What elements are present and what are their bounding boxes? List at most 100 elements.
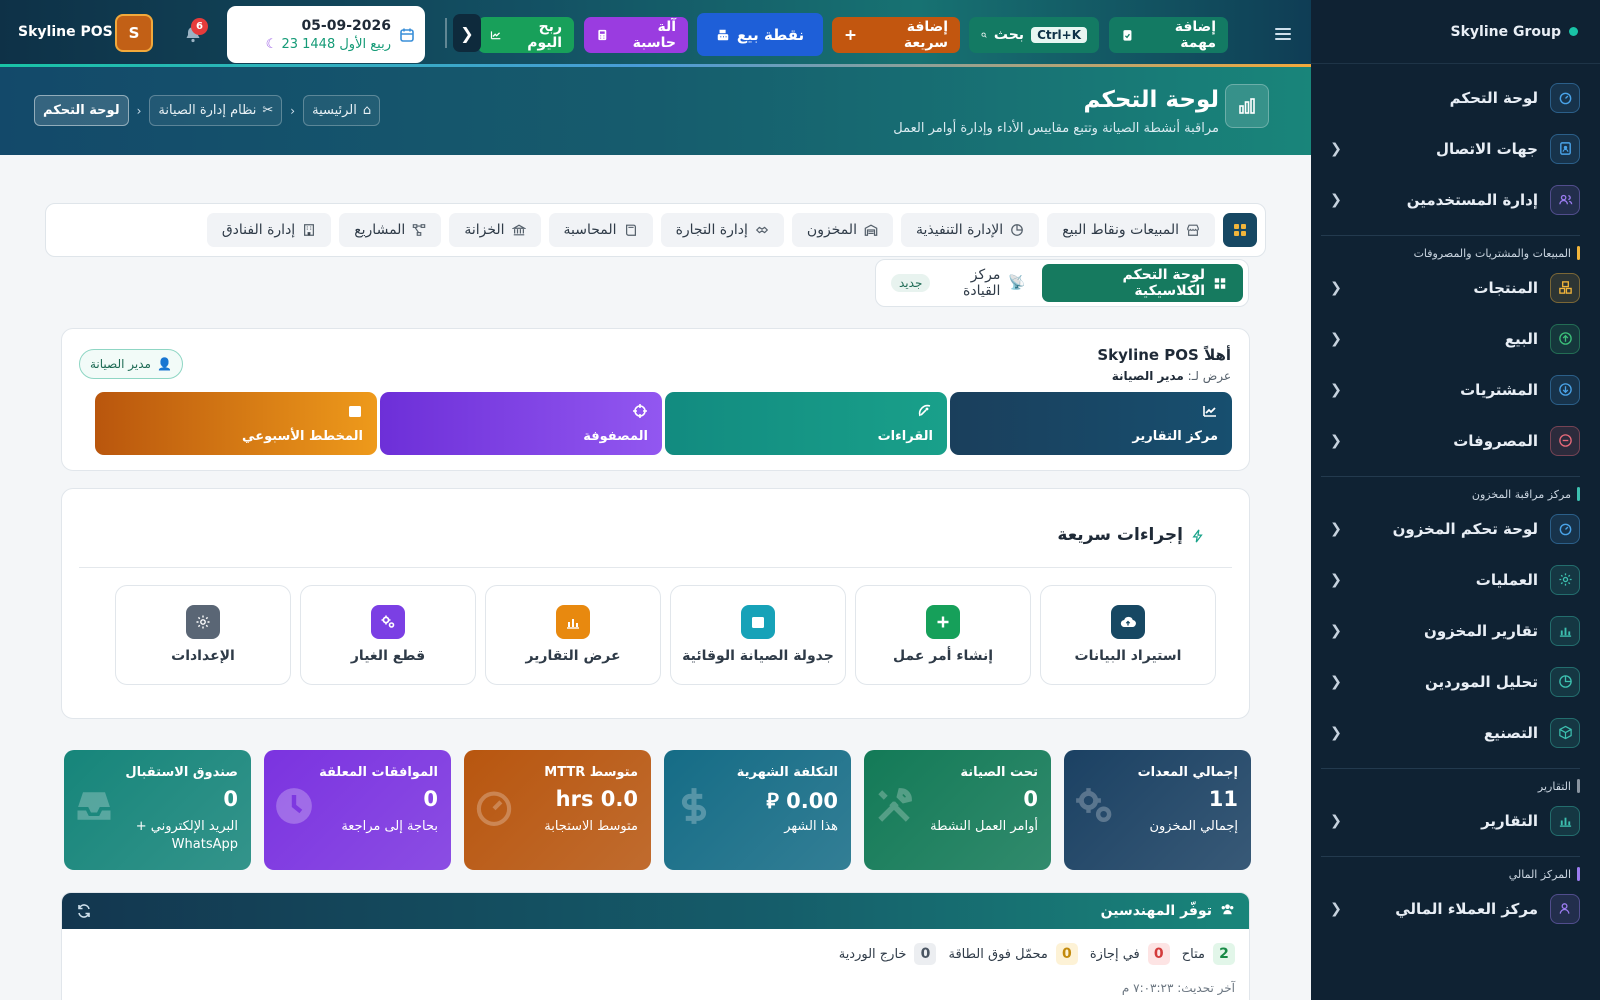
chevron-icon: ❮ <box>1330 279 1342 296</box>
chevron-icon: ❮ <box>1330 571 1342 588</box>
refresh-icon[interactable] <box>76 903 92 919</box>
module-tab-label: إدارة الفنادق <box>221 222 296 238</box>
shortcut-tile[interactable]: المخطط الأسبوعي <box>95 392 377 455</box>
quick-action[interactable]: إنشاء أمر عمل <box>855 585 1031 685</box>
welcome-title: أهلاً Skyline POS <box>1097 346 1231 364</box>
sidebar-item[interactable]: البيع ❮ <box>1311 313 1600 364</box>
add-task-button[interactable]: إضافة مهمة <box>1109 17 1228 53</box>
sidebar-item[interactable]: التقارير ❮ <box>1311 795 1600 846</box>
role-badge-label: مدير الصيانة <box>90 357 151 371</box>
grid-icon[interactable] <box>1223 213 1257 247</box>
quick-add-button[interactable]: إضافة سريعة <box>832 17 960 53</box>
section-marker <box>1577 779 1580 793</box>
view-as-label: عرض لـ: <box>1187 369 1231 383</box>
bar-chart-icon <box>556 605 590 639</box>
sidebar-item[interactable]: العمليات ❮ <box>1311 554 1600 605</box>
sidebar-item[interactable]: المشتريات ❮ <box>1311 364 1600 415</box>
sidebar-item[interactable]: إدارة المستخدمين ❮ <box>1311 174 1600 225</box>
quick-action-label: قطع الغيار <box>350 648 426 664</box>
add-task-label: إضافة مهمة <box>1174 19 1216 51</box>
hotel-icon <box>302 223 316 237</box>
sidebar-item[interactable]: لوحة تحكم المخزون ❮ <box>1311 503 1600 554</box>
quick-action-label: جدولة الصيانة الوقائية <box>682 648 834 664</box>
sidebar-item[interactable]: المصروفات ❮ <box>1311 415 1600 466</box>
chart-line-icon <box>490 31 501 40</box>
pos-button[interactable]: نقطة بيع <box>697 13 823 56</box>
command-center-tab[interactable]: 📡 مركز القيادة جديد <box>881 264 1036 302</box>
shortcut-tile[interactable]: المصفوفة <box>380 392 662 455</box>
breadcrumb-maintenance[interactable]: ✂ نظام إدارة الصيانة <box>149 95 283 126</box>
sidebar-item-label: تحليل الموردين <box>1425 672 1538 691</box>
status-chip: 0 محمّل فوق الطاقة <box>948 943 1078 965</box>
shortcut-tile[interactable]: مركز التقارير <box>950 392 1232 455</box>
sidebar-item[interactable]: لوحة التحكم <box>1311 72 1600 123</box>
calendar-icon <box>345 403 363 421</box>
quick-action[interactable]: استيراد البيانات <box>1040 585 1216 685</box>
classic-dashboard-tab[interactable]: لوحة التحكم الكلاسيكية <box>1041 264 1243 302</box>
module-tab[interactable]: المحاسبة <box>548 213 653 247</box>
sidebar-item[interactable]: تقارير المخزون ❮ <box>1311 605 1600 656</box>
hamburger-menu-icon[interactable] <box>1273 24 1293 44</box>
calculator-button[interactable]: آلة حاسبة <box>584 17 688 53</box>
quick-action[interactable]: قطع الغيار <box>300 585 476 685</box>
stat-subtitle: أوامر العمل النشطة <box>930 819 1038 834</box>
module-tab[interactable]: المبيعات ونقاط البيع <box>1047 213 1215 247</box>
breadcrumb-label: نظام إدارة الصيانة <box>158 103 257 118</box>
quick-action[interactable]: الإعدادات <box>115 585 291 685</box>
store-icon <box>1186 223 1200 237</box>
today-profit-button[interactable]: ربح اليوم <box>478 17 574 53</box>
sidebar-item-label: مركز العملاء المالي <box>1395 899 1538 918</box>
search-icon <box>981 32 987 38</box>
shortcut-tile[interactable]: القراءات <box>665 392 947 455</box>
sidebar-item-label: البيع <box>1504 329 1538 348</box>
stat-value: 0 <box>1023 787 1038 811</box>
module-tab[interactable]: المشاريع <box>339 213 442 247</box>
search-button[interactable]: Ctrl+K بحث <box>969 17 1099 53</box>
module-tab-label: المشاريع <box>354 222 406 238</box>
sidebar-item[interactable]: مركز العملاء المالي ❮ <box>1311 883 1600 934</box>
stat-value: 0 <box>223 787 238 811</box>
date-widget[interactable]: 05-09-2026 ☾ 23 ربيع الأول 1448 <box>227 6 425 63</box>
status-chip: 0 خارج الوردية <box>839 943 937 965</box>
sidebar-item[interactable]: المنتجات ❮ <box>1311 262 1600 313</box>
quick-action[interactable]: عرض التقارير <box>485 585 661 685</box>
breadcrumb-current: لوحة التحكم <box>34 95 129 126</box>
collapse-sidebar-button[interactable]: ❮ <box>453 14 481 52</box>
warehouse-icon <box>864 223 878 237</box>
breadcrumb-home[interactable]: ⌂ الرئيسية <box>303 95 381 126</box>
module-tab[interactable]: المخزون <box>791 213 893 247</box>
quick-actions-card: إجراءات سريعة استيراد البيانات إنشاء أمر … <box>61 488 1250 719</box>
sidebar-item[interactable]: جهات الاتصال ❮ <box>1311 123 1600 174</box>
bar-chart-icon <box>1550 615 1580 646</box>
last-update-text: آخر تحديث: ٧:٠٣:٢٣ م <box>1121 981 1235 995</box>
quick-actions-title: إجراءات سريعة <box>1057 525 1183 545</box>
sidebar-header: Skyline Group <box>1311 0 1600 64</box>
module-tab[interactable]: إدارة الفنادق <box>206 213 332 247</box>
sidebar-section-heading: المبيعات والمشتريات والمصروفات <box>1321 235 1580 260</box>
engineer-availability-header: توفّر المهندسين <box>62 893 1249 929</box>
sidebar-item[interactable]: التصنيع ❮ <box>1311 707 1600 758</box>
page-subtitle: مراقبة أنشطة الصيانة وتتبع مقاييس الأداء… <box>893 121 1219 136</box>
quick-action-label: عرض التقارير <box>525 648 621 664</box>
sidebar-item[interactable]: تحليل الموردين ❮ <box>1311 656 1600 707</box>
cloud-upload-icon <box>1111 605 1145 639</box>
gauge-icon <box>1550 513 1580 544</box>
status-dot <box>1569 27 1578 36</box>
module-tab-label: إدارة التجارة <box>675 222 748 238</box>
chart-line-icon <box>1200 403 1218 421</box>
pie-chart-icon <box>1550 666 1580 697</box>
engineer-availability-title: توفّر المهندسين <box>1100 903 1212 919</box>
module-tab[interactable]: الخزانة <box>449 213 541 247</box>
chevron-left-icon: ❮ <box>460 23 474 43</box>
tools-icon: ✂ <box>262 103 274 118</box>
stat-title: صندوق الاستقبال <box>125 765 238 780</box>
sidebar-item-label: إدارة المستخدمين <box>1406 190 1538 209</box>
stat-card: التكلفة الشهرية 0.00 ⃁ هذا الشهر <box>664 750 851 870</box>
module-tab[interactable]: الإدارة التنفيذية <box>900 213 1040 247</box>
avatar[interactable]: S <box>115 14 153 52</box>
status-label: في إجازة <box>1089 946 1140 962</box>
module-tab[interactable]: إدارة التجارة <box>660 213 784 247</box>
quick-action[interactable]: جدولة الصيانة الوقائية <box>670 585 846 685</box>
stat-subtitle: هذا الشهر <box>784 819 838 834</box>
gear-icon <box>186 605 220 639</box>
